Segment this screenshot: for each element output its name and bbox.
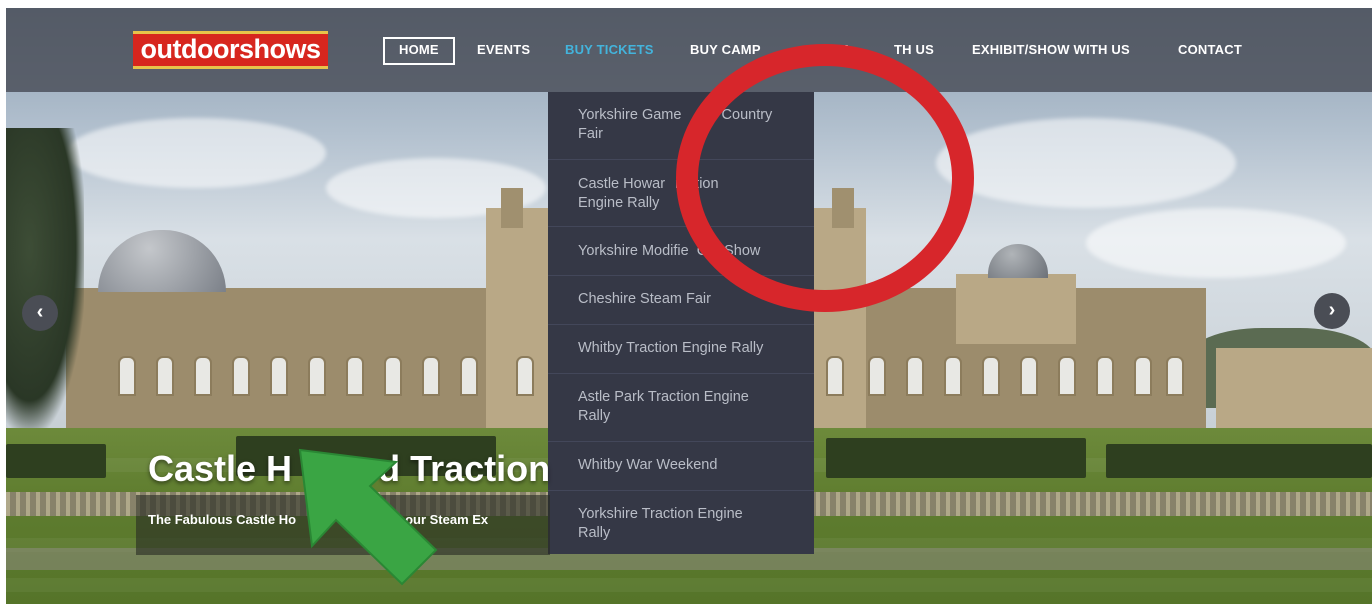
nav-exhibit[interactable]: EXHIBIT/SHOW WITH US — [972, 38, 1130, 62]
cedar-tree — [6, 128, 84, 428]
red-circle-annotation — [676, 44, 974, 312]
window — [868, 356, 886, 396]
window — [826, 356, 844, 396]
window — [982, 356, 1000, 396]
window — [944, 356, 962, 396]
cloud — [1086, 208, 1346, 278]
chevron-left-icon[interactable]: ‹ — [22, 295, 58, 331]
hedge — [6, 444, 106, 478]
window — [118, 356, 136, 396]
nav-buy-camping[interactable]: BUY CAMP — [690, 38, 761, 62]
window — [1058, 356, 1076, 396]
window — [1020, 356, 1038, 396]
nav-buy-tickets[interactable]: BUY TICKETS — [565, 38, 654, 62]
nav-contact[interactable]: CONTACT — [1178, 38, 1242, 62]
window — [194, 356, 212, 396]
castle-tower — [501, 188, 523, 228]
castle-wing-right — [1216, 348, 1372, 428]
window — [1134, 356, 1152, 396]
chevron-right-icon[interactable]: › — [1314, 293, 1350, 329]
window — [232, 356, 250, 396]
window — [270, 356, 288, 396]
dropdown-item-whitby-traction-rally[interactable]: Whitby Traction Engine Rally — [548, 324, 814, 372]
castle-pavilion — [956, 274, 1076, 344]
window — [906, 356, 924, 396]
site-logo[interactable]: outdoorshows — [133, 31, 328, 69]
hedge — [1106, 444, 1372, 478]
dropdown-item-astle-park-rally[interactable]: Astle Park Traction Engine Rally — [548, 373, 814, 440]
window — [460, 356, 478, 396]
screenshot-frame: outdoorshows HOME EVENTS BUY TICKETS BUY… — [6, 8, 1372, 604]
nav-trade-with-us-tail[interactable]: TH US — [894, 38, 934, 62]
window — [516, 356, 534, 396]
hedge — [826, 438, 1086, 478]
window — [422, 356, 440, 396]
window — [156, 356, 174, 396]
nav-events[interactable]: EVENTS — [477, 38, 530, 62]
green-arrow-annotation — [298, 448, 438, 586]
dropdown-item-yorkshire-traction-rally[interactable]: Yorkshire Traction Engine Rally — [548, 490, 814, 554]
window — [346, 356, 364, 396]
top-nav: outdoorshows HOME EVENTS BUY TICKETS BUY… — [6, 8, 1372, 92]
window — [384, 356, 402, 396]
cloud — [66, 118, 326, 188]
nav-home[interactable]: HOME — [383, 37, 455, 65]
window — [1166, 356, 1184, 396]
window — [1096, 356, 1114, 396]
cloud — [936, 118, 1236, 208]
dropdown-item-whitby-war-weekend[interactable]: Whitby War Weekend — [548, 441, 814, 489]
window — [308, 356, 326, 396]
